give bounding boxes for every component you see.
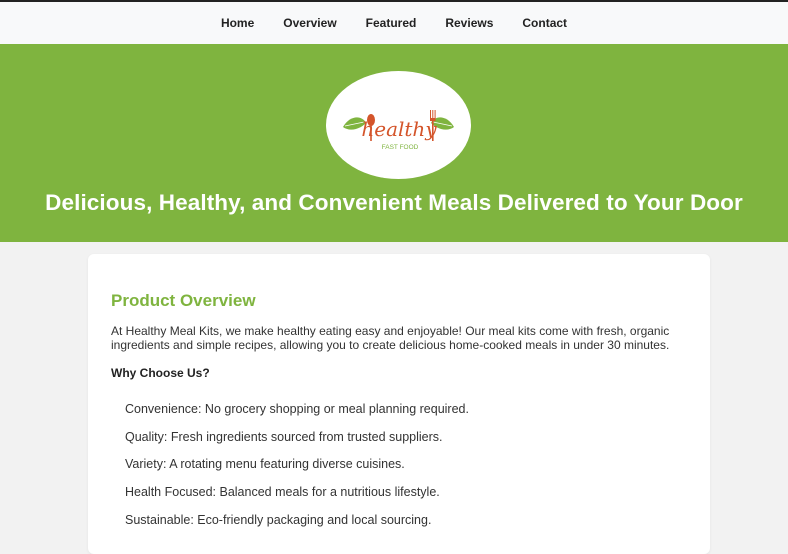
nav-overview-link[interactable]: Overview [269, 16, 351, 30]
navbar: Home Overview Featured Reviews Contact [0, 2, 788, 45]
product-overview-card: Product Overview At Healthy Meal Kits, w… [88, 254, 710, 554]
section-heading: Product Overview [111, 291, 256, 310]
list-item: Variety: A rotating menu featuring diver… [125, 457, 405, 472]
list-item: Sustainable: Eco-friendly packaging and … [125, 512, 432, 527]
list-item: Convenience: No grocery shopping or meal… [125, 402, 469, 416]
overview-paragraph: At Healthy Meal Kits, we make healthy ea… [111, 324, 670, 352]
nav-featured-link[interactable]: Featured [351, 16, 431, 30]
hero-title: Delicious, Healthy, and Convenient Meals… [45, 190, 743, 215]
nav-reviews-link[interactable]: Reviews [431, 16, 508, 30]
list-item: Health Focused: Balanced meals for a nut… [125, 485, 440, 500]
why-choose-heading: Why Choose Us? [111, 366, 210, 380]
hero-banner: healthy FAST FOOD Delicious, Healthy, an… [0, 44, 788, 242]
logo-graphic: healthy FAST FOOD [343, 110, 454, 151]
nav-home-link[interactable]: Home [206, 16, 268, 30]
benefits-list: Convenience: No grocery shopping or meal… [125, 400, 469, 538]
logo-tagline: FAST FOOD [382, 144, 419, 151]
nav-contact-link[interactable]: Contact [508, 16, 582, 30]
logo-wordmark: healthy [361, 117, 437, 141]
list-item: Quality: Fresh ingredients sourced from … [125, 429, 443, 444]
logo[interactable]: healthy FAST FOOD [326, 71, 471, 179]
